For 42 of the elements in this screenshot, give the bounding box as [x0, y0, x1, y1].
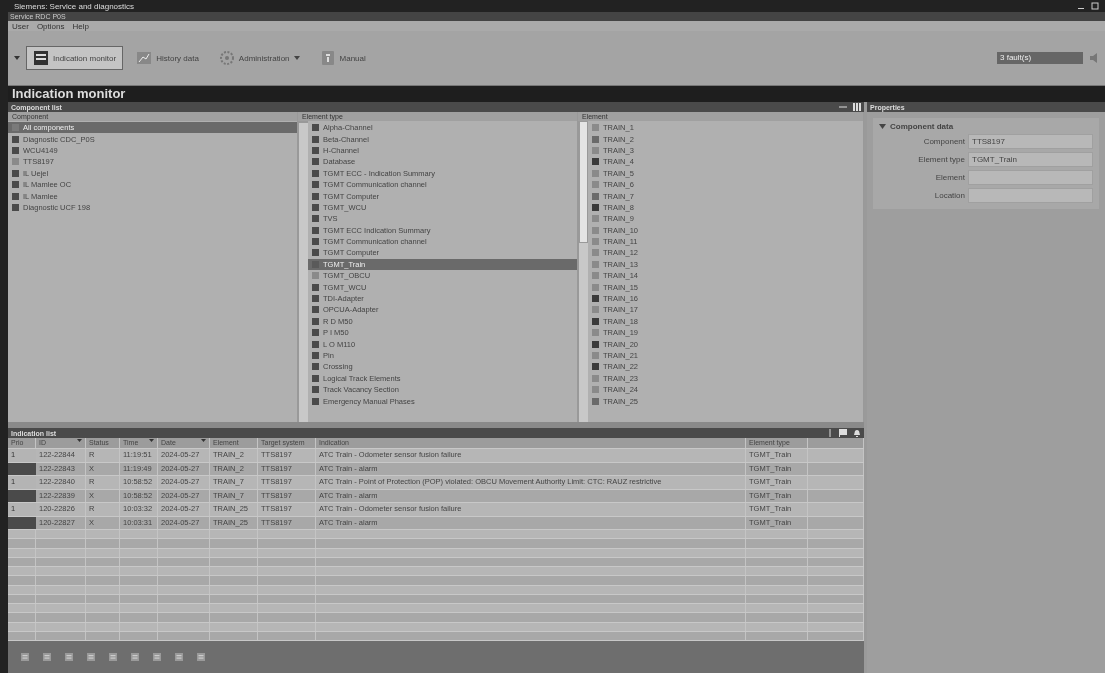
menu-item[interactable]: User — [12, 21, 29, 31]
menu-item[interactable]: Help — [72, 21, 89, 31]
flag-icon[interactable] — [839, 429, 847, 437]
input-field[interactable] — [968, 170, 1093, 185]
document-icon — [196, 652, 206, 662]
document-icon — [64, 652, 74, 662]
dropdown-icon[interactable] — [14, 55, 20, 61]
toolbar-button[interactable]: History data — [129, 46, 206, 70]
window-title: Siemens: Service and diagnostics — [14, 1, 135, 11]
input-field[interactable]: TTS8197 — [968, 134, 1093, 149]
expand-icon[interactable] — [879, 123, 886, 130]
toolbar-button[interactable]: Indication monitor — [26, 46, 124, 70]
field-label: Element type — [917, 155, 965, 164]
document-icon — [130, 652, 140, 662]
field-label: Element — [934, 173, 965, 182]
toolbar-button[interactable]: Manual — [312, 46, 373, 70]
page-title: Indication monitor — [8, 86, 1105, 102]
field-label: Component — [922, 137, 965, 146]
chart-icon — [136, 50, 153, 66]
document-icon — [174, 652, 184, 662]
input-field[interactable] — [968, 188, 1093, 203]
input-field[interactable]: TGMT_Train — [968, 152, 1093, 167]
document-icon — [152, 652, 162, 662]
document-icon — [86, 652, 96, 662]
fault-counter: 3 fault(s) — [997, 52, 1083, 64]
gear-icon — [218, 50, 235, 66]
maximize-icon[interactable] — [1091, 2, 1099, 10]
help-icon — [319, 50, 336, 66]
scrollbar[interactable] — [578, 121, 588, 422]
document-icon — [20, 652, 30, 662]
menu-item[interactable]: Options — [36, 21, 65, 31]
field-label: Location — [933, 191, 965, 200]
document-icon — [42, 652, 52, 662]
bell-icon[interactable] — [853, 429, 861, 437]
collapse-icon[interactable] — [839, 104, 847, 110]
scrollbar[interactable] — [298, 121, 308, 422]
document-icon — [108, 652, 118, 662]
caret-icon — [293, 55, 300, 61]
monitor-icon — [33, 50, 49, 66]
columns-icon[interactable] — [853, 103, 861, 111]
toolbar-button[interactable]: Administration — [211, 46, 307, 70]
section-title: Component data — [890, 122, 954, 131]
